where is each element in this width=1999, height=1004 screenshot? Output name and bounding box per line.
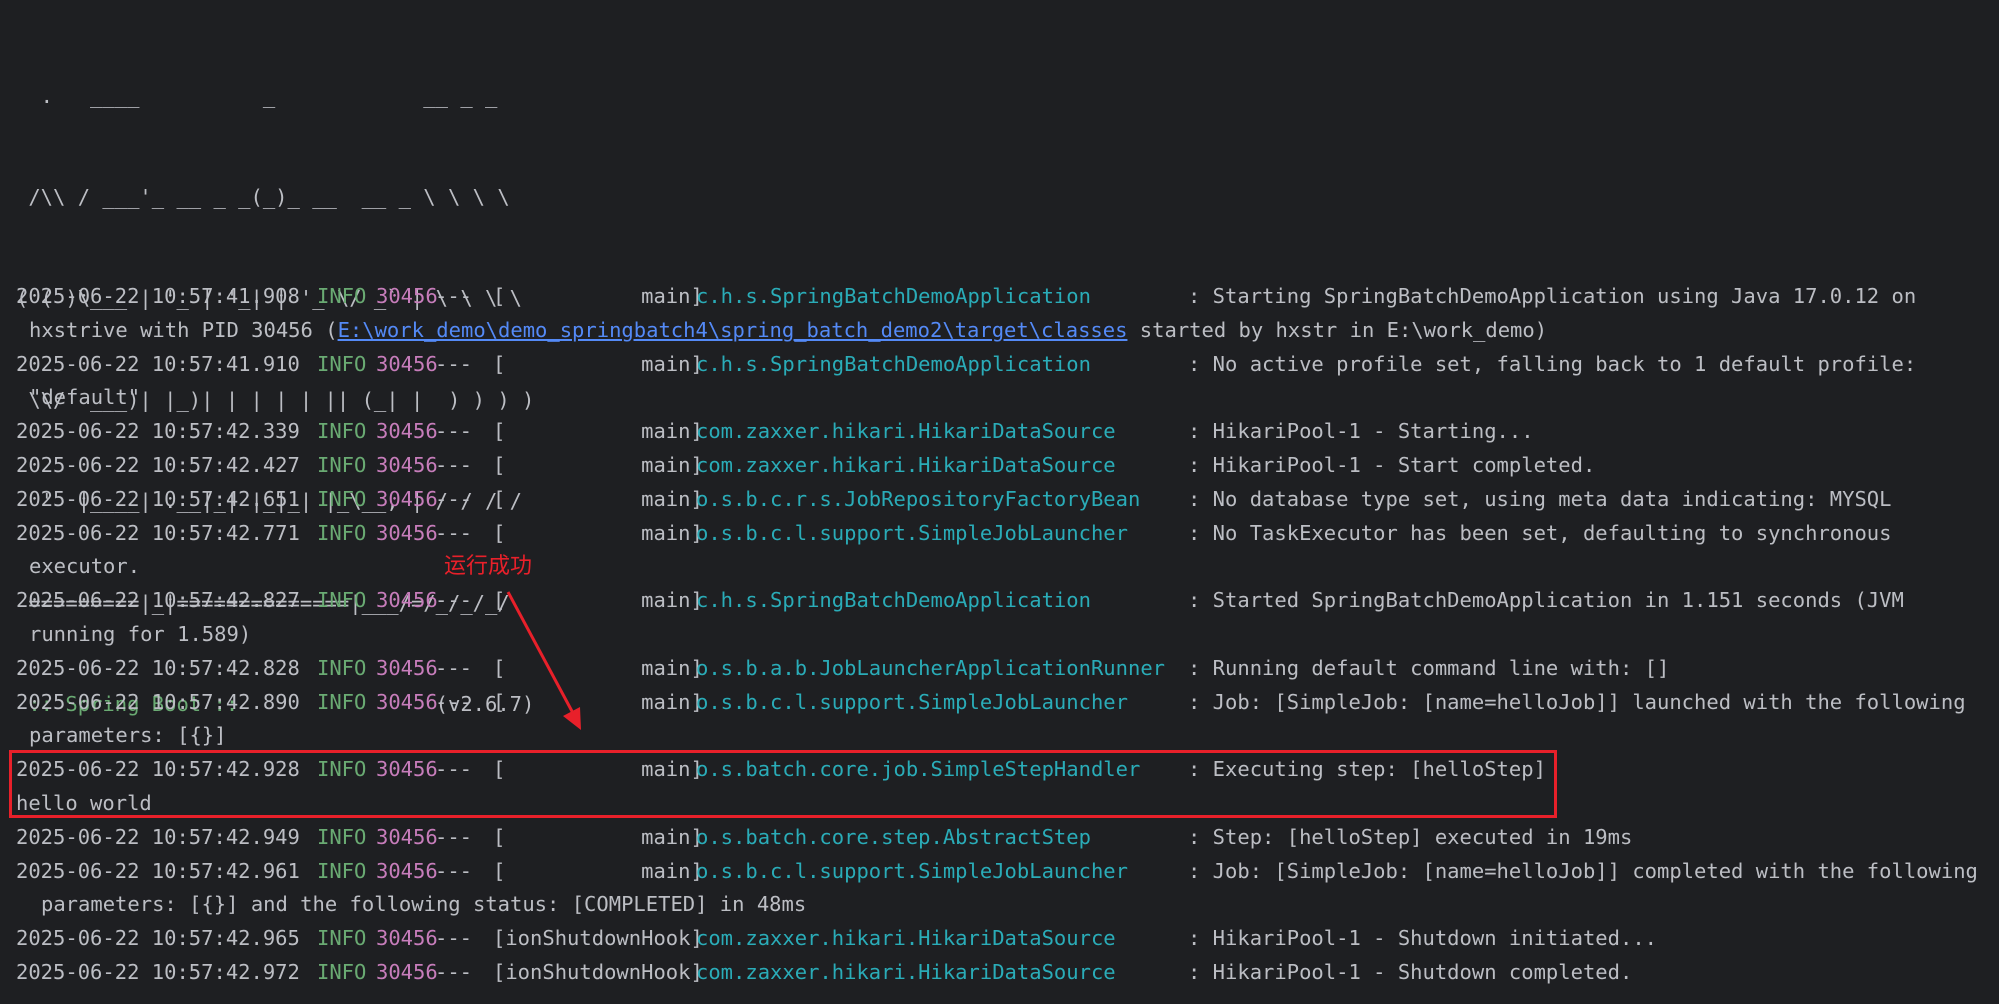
annotation-arrow-icon bbox=[506, 591, 581, 730]
console-output[interactable]: . ____ _ __ _ _ /\\ / ___'_ __ _ _(_)_ _… bbox=[0, 0, 1999, 1004]
